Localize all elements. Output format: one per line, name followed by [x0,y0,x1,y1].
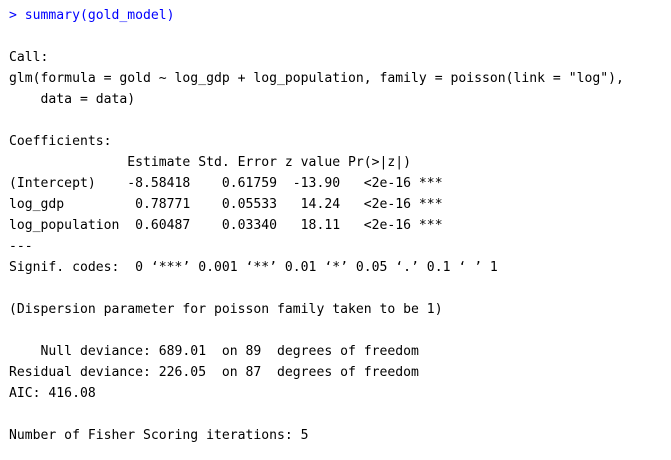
console-output-line: Call: [9,50,49,65]
console-output-line: Residual deviance: 226.05 on 87 degrees … [9,365,419,380]
console-output-line: log_gdp 0.78771 0.05533 14.24 <2e-16 *** [9,197,443,212]
console-output-line: (Dispersion parameter for poisson family… [9,302,443,317]
console-output-line: glm(formula = gold ~ log_gdp + log_popul… [9,71,624,86]
console-output-line: Null deviance: 689.01 on 89 degrees of f… [9,344,419,359]
console-command-line: > summary(gold_model) [9,8,175,23]
console-output-line: Estimate Std. Error z value Pr(>|z|) [9,155,443,170]
console-output-line: data = data) [9,92,136,107]
console-output-line: AIC: 416.08 [9,386,96,401]
console-output-line: Number of Fisher Scoring iterations: 5 [9,428,309,443]
console-output-line: Signif. codes: 0 ‘***’ 0.001 ‘**’ 0.01 ‘… [9,260,498,275]
console-output-line: log_population 0.60487 0.03340 18.11 <2e… [9,218,443,233]
console-output-line: (Intercept) -8.58418 0.61759 -13.90 <2e-… [9,176,443,191]
r-console[interactable]: > summary(gold_model) Call: glm(formula … [0,0,671,460]
console-output-line: Coefficients: [9,134,112,149]
console-output-line: --- [9,239,33,254]
